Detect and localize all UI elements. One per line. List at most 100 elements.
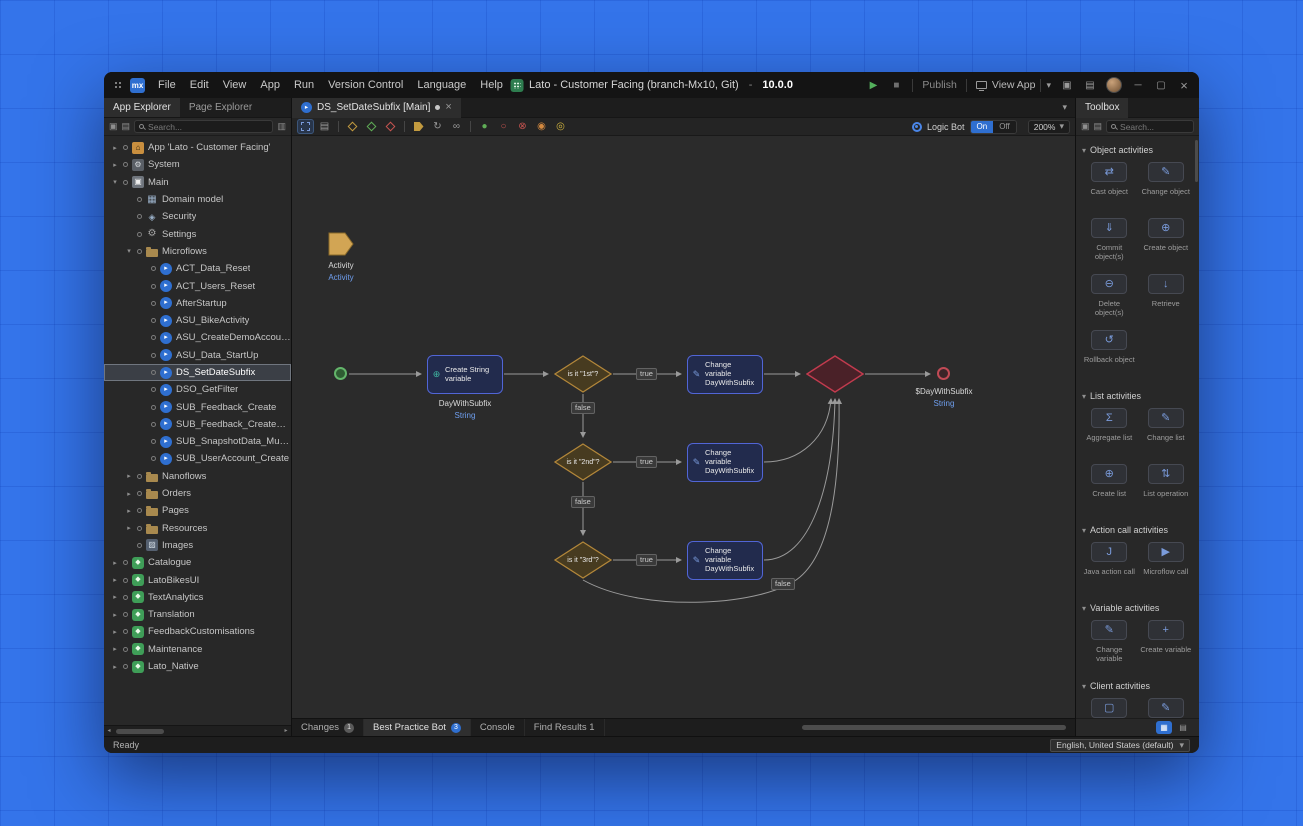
continue-tool-icon[interactable]: ◉ <box>533 119 550 134</box>
chevron-icon[interactable] <box>111 611 119 619</box>
dock-icon[interactable] <box>1081 122 1090 131</box>
maximize-button[interactable] <box>1154 80 1168 91</box>
dock-tab[interactable]: Best Practice Bot 3 <box>364 719 471 737</box>
cast-object-icon[interactable]: ⇄ Cast object <box>1082 162 1137 214</box>
error-end-tool-icon[interactable]: ⊗ <box>514 119 531 134</box>
menu-item[interactable]: App <box>253 72 287 98</box>
tree-item[interactable]: Resources <box>104 520 291 537</box>
tab-list-dropdown-icon[interactable] <box>1062 102 1075 113</box>
document-tab[interactable]: DS_SetDateSubfix [Main] <box>292 98 461 118</box>
change-variable-activity-1[interactable]: Change variable DayWithSubfix <box>687 355 763 394</box>
java-action-call-icon[interactable]: J Java action call <box>1082 542 1137 594</box>
flow-edge[interactable] <box>764 399 831 462</box>
apps-grid-icon[interactable] <box>114 81 123 90</box>
chevron-icon[interactable] <box>111 559 119 567</box>
chevron-icon[interactable] <box>111 178 119 186</box>
logic-bot-toggle[interactable]: On Off <box>970 120 1017 134</box>
tree-item[interactable]: ASU_Data_StartUp <box>104 347 291 364</box>
tree-item[interactable]: ACT_Data_Reset <box>104 260 291 277</box>
section-client-activities[interactable]: Client activities <box>1082 678 1193 693</box>
divider[interactable] <box>338 121 339 132</box>
decision-1[interactable]: is it "1st"? <box>554 355 612 393</box>
explorer-tab[interactable]: Page Explorer <box>180 98 261 117</box>
section-list-activities[interactable]: List activities <box>1082 388 1193 403</box>
microflow-call-icon[interactable]: ▶ Microflow call <box>1139 542 1194 594</box>
rollback-object-icon[interactable]: ↺ Rollback object <box>1082 330 1137 382</box>
stop-button[interactable] <box>889 80 903 91</box>
chevron-icon[interactable] <box>111 663 119 671</box>
collapse-all-icon[interactable] <box>122 122 131 131</box>
divider[interactable] <box>404 121 405 132</box>
tree-item[interactable]: Main <box>104 174 291 191</box>
toolbox-title[interactable]: Toolbox <box>1076 98 1128 118</box>
language-select[interactable]: English, United States (default) <box>1050 739 1190 752</box>
change-variable-activity-2[interactable]: Change variable DayWithSubfix <box>687 443 763 482</box>
close-tab-icon[interactable] <box>445 102 451 113</box>
run-button[interactable] <box>866 80 880 91</box>
change-object-icon[interactable]: ✎ Change object <box>1139 162 1194 214</box>
chevron-icon[interactable] <box>111 576 119 584</box>
decision-tool-icon[interactable] <box>344 119 361 134</box>
edge-label-true[interactable]: true <box>636 368 657 380</box>
search-input[interactable] <box>148 122 268 132</box>
new-document-icon[interactable] <box>109 122 118 131</box>
tree-item[interactable]: Pages <box>104 502 291 519</box>
tree-item[interactable]: Domain model <box>104 191 291 208</box>
filter-icon[interactable] <box>277 122 286 131</box>
tree-item[interactable]: ASU_BikeActivity <box>104 312 291 329</box>
tree-item[interactable]: Images <box>104 537 291 554</box>
tree-item[interactable]: FeedbackCustomisations <box>104 623 291 640</box>
view-app-button[interactable]: View App <box>976 79 1051 92</box>
scroll-thumb[interactable] <box>1195 140 1198 182</box>
toolbox-vscrollbar[interactable] <box>1194 138 1199 718</box>
tree-item[interactable]: Microflows <box>104 243 291 260</box>
create-variable-icon[interactable]: + Create variable <box>1139 620 1194 672</box>
tree-item[interactable]: SUB_Feedback_Create <box>104 398 291 415</box>
tree-item[interactable]: ACT_Users_Reset <box>104 277 291 294</box>
explorer-hscrollbar[interactable] <box>104 725 291 736</box>
menu-item[interactable]: Edit <box>183 72 216 98</box>
divider[interactable] <box>470 121 471 132</box>
annotation-tool-icon[interactable]: ▤ <box>316 119 333 134</box>
select-tool-icon[interactable] <box>297 119 314 134</box>
tree-item[interactable]: Translation <box>104 606 291 623</box>
tree-item[interactable]: ASU_CreateDemoAccounts <box>104 329 291 346</box>
create-list-icon[interactable]: ⊕ Create list <box>1082 464 1137 516</box>
create-variable-activity[interactable]: Create String variable <box>427 355 503 394</box>
commit-object-icon[interactable]: ⇓ Commit object(s) <box>1082 218 1137 270</box>
decision-3[interactable]: is it "3rd"? <box>554 541 612 579</box>
chevron-icon[interactable] <box>111 628 119 636</box>
dock-tab[interactable]: Console <box>471 719 525 737</box>
tree-item[interactable]: App 'Lato - Customer Facing' <box>104 139 291 156</box>
tree-item[interactable]: Settings <box>104 225 291 242</box>
menu-item[interactable]: View <box>216 72 254 98</box>
toolbox-search-input[interactable] <box>1120 122 1189 132</box>
annotation-flag-tool-icon[interactable] <box>410 119 427 134</box>
change-variable-icon[interactable]: ✎ Change variable <box>1082 620 1137 672</box>
list-operation-icon[interactable]: ⇅ List operation <box>1139 464 1194 516</box>
retrieve-icon[interactable]: ↓ Retrieve <box>1139 274 1194 326</box>
annotation-shape[interactable] <box>328 232 355 256</box>
client-activity-icon-2[interactable]: ✎ <box>1139 698 1194 718</box>
chevron-icon[interactable] <box>125 507 133 515</box>
chevron-icon[interactable] <box>125 524 133 532</box>
windows-icon[interactable] <box>1060 80 1074 91</box>
start-event-tool-icon[interactable]: ● <box>476 119 493 134</box>
dock-tab[interactable]: Changes 1 <box>292 719 364 737</box>
chevron-icon[interactable] <box>111 161 119 169</box>
layout-icon[interactable] <box>1094 122 1103 131</box>
link-tool-icon[interactable]: ∞ <box>448 119 465 134</box>
chevron-icon[interactable] <box>111 144 119 152</box>
tree-item[interactable]: SUB_UserAccount_Create <box>104 450 291 467</box>
chevron-icon[interactable] <box>125 472 133 480</box>
chevron-icon[interactable] <box>125 247 133 255</box>
tree-item[interactable]: AfterStartup <box>104 295 291 312</box>
change-list-icon[interactable]: ✎ Change list <box>1139 408 1194 460</box>
dock-tab[interactable]: Find Results 1 <box>525 719 605 737</box>
close-button[interactable] <box>1177 78 1191 93</box>
explorer-search[interactable] <box>134 120 273 133</box>
list-view-button[interactable] <box>1175 721 1191 734</box>
end-event-tool-icon[interactable]: ○ <box>495 119 512 134</box>
tree-item[interactable]: Security <box>104 208 291 225</box>
tree-item[interactable]: Catalogue <box>104 554 291 571</box>
